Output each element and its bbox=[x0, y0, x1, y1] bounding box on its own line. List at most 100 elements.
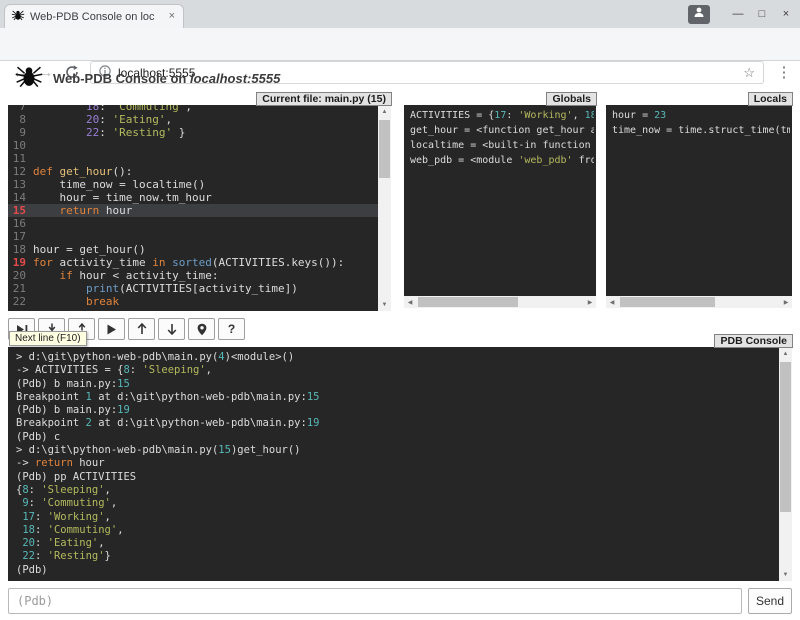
output-line: (Pdb) c bbox=[16, 431, 770, 444]
globals-panel: Globals ACTIVITIES = {17: 'Working', 18:… bbox=[404, 105, 596, 308]
code-line: 14 hour = time_now.tm_hour bbox=[8, 191, 378, 204]
breakpoint-line-number[interactable]: 15 bbox=[8, 204, 33, 217]
down-stack-button[interactable] bbox=[158, 318, 185, 340]
pdb-command-input[interactable] bbox=[8, 588, 742, 614]
continue-button[interactable] bbox=[98, 318, 125, 340]
code-editor: 7 18: 'Commuting',8 20: 'Eating',9 22: '… bbox=[8, 105, 378, 308]
output-line: > d:\git\python-web-pdb\main.py(4)<modul… bbox=[16, 351, 770, 364]
line-number[interactable]: 17 bbox=[8, 230, 33, 243]
line-number[interactable]: 22 bbox=[8, 295, 33, 308]
scroll-right-icon[interactable]: ▶ bbox=[584, 296, 596, 308]
pdb-console-label: PDB Console bbox=[714, 334, 793, 348]
help-icon: ? bbox=[228, 322, 235, 336]
console-output: > d:\git\python-web-pdb\main.py(4)<modul… bbox=[8, 347, 778, 581]
breakpoint-line-number[interactable]: 19 bbox=[8, 256, 33, 269]
code-line: 20 if hour < activity_time: bbox=[8, 269, 378, 282]
line-number[interactable]: 13 bbox=[8, 178, 33, 191]
page-header: Web-PDB Console on localhost:5555 bbox=[14, 64, 280, 93]
output-line: (Pdb) bbox=[16, 564, 770, 577]
help-button[interactable]: ? bbox=[218, 318, 245, 340]
output-line: (Pdb) b main.py:15 bbox=[16, 378, 770, 391]
line-number[interactable]: 12 bbox=[8, 165, 33, 178]
output-line: ACTIVITIES = {17: 'Working', 18: ' bbox=[410, 108, 588, 123]
output-line: (Pdb) pp ACTIVITIES bbox=[16, 471, 770, 484]
line-number[interactable]: 10 bbox=[8, 139, 33, 152]
code-line: 22 break bbox=[8, 295, 378, 308]
line-number[interactable]: 21 bbox=[8, 282, 33, 295]
code-line: 16 bbox=[8, 217, 378, 230]
bookmark-star-icon[interactable]: ☆ bbox=[743, 65, 755, 81]
code-line: 12def get_hour(): bbox=[8, 165, 378, 178]
tab-favicon-bug-icon bbox=[11, 8, 25, 26]
scroll-thumb[interactable] bbox=[379, 120, 390, 178]
pdb-console-panel: PDB Console > d:\git\python-web-pdb\main… bbox=[8, 347, 792, 581]
line-number[interactable]: 14 bbox=[8, 191, 33, 204]
up-stack-button[interactable] bbox=[128, 318, 155, 340]
scroll-right-icon[interactable]: ▶ bbox=[780, 296, 792, 308]
code-line: 17 bbox=[8, 230, 378, 243]
code-line: 10 bbox=[8, 139, 378, 152]
send-button[interactable]: Send bbox=[748, 588, 792, 614]
code-line: 7 18: 'Commuting', bbox=[8, 105, 378, 113]
scroll-left-icon[interactable]: ◀ bbox=[404, 296, 416, 308]
line-number[interactable]: 7 bbox=[8, 105, 33, 113]
globals-scrollbar[interactable]: ◀ ▶ bbox=[404, 296, 596, 308]
line-number[interactable]: 8 bbox=[8, 113, 33, 126]
maximize-button[interactable]: □ bbox=[750, 0, 774, 28]
output-line: -> ACTIVITIES = {8: 'Sleeping', bbox=[16, 364, 770, 377]
locals-scrollbar[interactable]: ◀ ▶ bbox=[606, 296, 792, 308]
tooltip: Next line (F10) bbox=[9, 331, 87, 346]
locals-label: Locals bbox=[748, 92, 793, 106]
line-number[interactable]: 9 bbox=[8, 126, 33, 139]
output-line: 9: 'Commuting', bbox=[16, 497, 770, 510]
output-line: > d:\git\python-web-pdb\main.py(15)get_h… bbox=[16, 444, 770, 457]
webpdb-logo-bug-icon bbox=[14, 64, 44, 93]
code-scrollbar[interactable]: ▲ ▼ bbox=[378, 105, 391, 311]
locals-panel: Locals hour = 23time_now = time.struct_t… bbox=[606, 105, 792, 308]
browser-titlebar: Web-PDB Console on loc × — □ × bbox=[0, 0, 800, 28]
output-line: 17: 'Working', bbox=[16, 511, 770, 524]
output-line: Breakpoint 1 at d:\git\python-web-pdb\ma… bbox=[16, 391, 770, 404]
scroll-left-icon[interactable]: ◀ bbox=[606, 296, 618, 308]
line-number[interactable]: 18 bbox=[8, 243, 33, 256]
code-line: 21 print(ACTIVITIES[activity_time]) bbox=[8, 282, 378, 295]
console-scrollbar[interactable]: ▲ ▼ bbox=[779, 347, 792, 581]
output-line: {8: 'Sleeping', bbox=[16, 484, 770, 497]
scroll-up-icon[interactable]: ▲ bbox=[779, 347, 792, 360]
code-line: 8 20: 'Eating', bbox=[8, 113, 378, 126]
person-icon bbox=[693, 5, 705, 23]
globals-list: ACTIVITIES = {17: 'Working', 18: 'get_ho… bbox=[404, 105, 594, 296]
close-button[interactable]: × bbox=[774, 0, 798, 28]
output-line: localtime = <built-in function loc bbox=[410, 138, 588, 153]
code-line: 15 return hour bbox=[8, 204, 378, 217]
browser-tab[interactable]: Web-PDB Console on loc × bbox=[4, 4, 184, 28]
output-line: get_hour = <function get_hour at 0 bbox=[410, 123, 588, 138]
scroll-down-icon[interactable]: ▼ bbox=[378, 298, 391, 311]
code-line: 11 bbox=[8, 152, 378, 165]
output-line: -> return hour bbox=[16, 457, 770, 470]
profile-button[interactable] bbox=[688, 5, 710, 24]
command-input-row: Send bbox=[8, 588, 792, 614]
current-file-panel: Current file: main.py (15) 7 18: 'Commut… bbox=[8, 105, 391, 311]
scroll-up-icon[interactable]: ▲ bbox=[378, 105, 391, 118]
code-line: 13 time_now = localtime() bbox=[8, 178, 378, 191]
scroll-thumb[interactable] bbox=[418, 297, 518, 307]
scroll-thumb[interactable] bbox=[620, 297, 715, 307]
output-line: web_pdb = <module 'web_pdb' from ' bbox=[410, 153, 588, 168]
line-number[interactable]: 16 bbox=[8, 217, 33, 230]
code-line: 18hour = get_hour() bbox=[8, 243, 378, 256]
minimize-button[interactable]: — bbox=[726, 0, 750, 28]
line-number[interactable]: 11 bbox=[8, 152, 33, 165]
globals-label: Globals bbox=[546, 92, 597, 106]
where-button[interactable] bbox=[188, 318, 215, 340]
code-line: 9 22: 'Resting' } bbox=[8, 126, 378, 139]
output-line: (Pdb) b main.py:19 bbox=[16, 404, 770, 417]
scroll-down-icon[interactable]: ▼ bbox=[779, 568, 792, 581]
scroll-thumb[interactable] bbox=[780, 362, 791, 512]
tab-close-icon[interactable]: × bbox=[167, 11, 177, 22]
code-line: 19for activity_time in sorted(ACTIVITIES… bbox=[8, 256, 378, 269]
menu-icon[interactable]: ⋮ bbox=[772, 60, 796, 84]
tab-title: Web-PDB Console on loc bbox=[30, 11, 162, 23]
window-controls: — □ × bbox=[688, 0, 798, 28]
line-number[interactable]: 20 bbox=[8, 269, 33, 282]
